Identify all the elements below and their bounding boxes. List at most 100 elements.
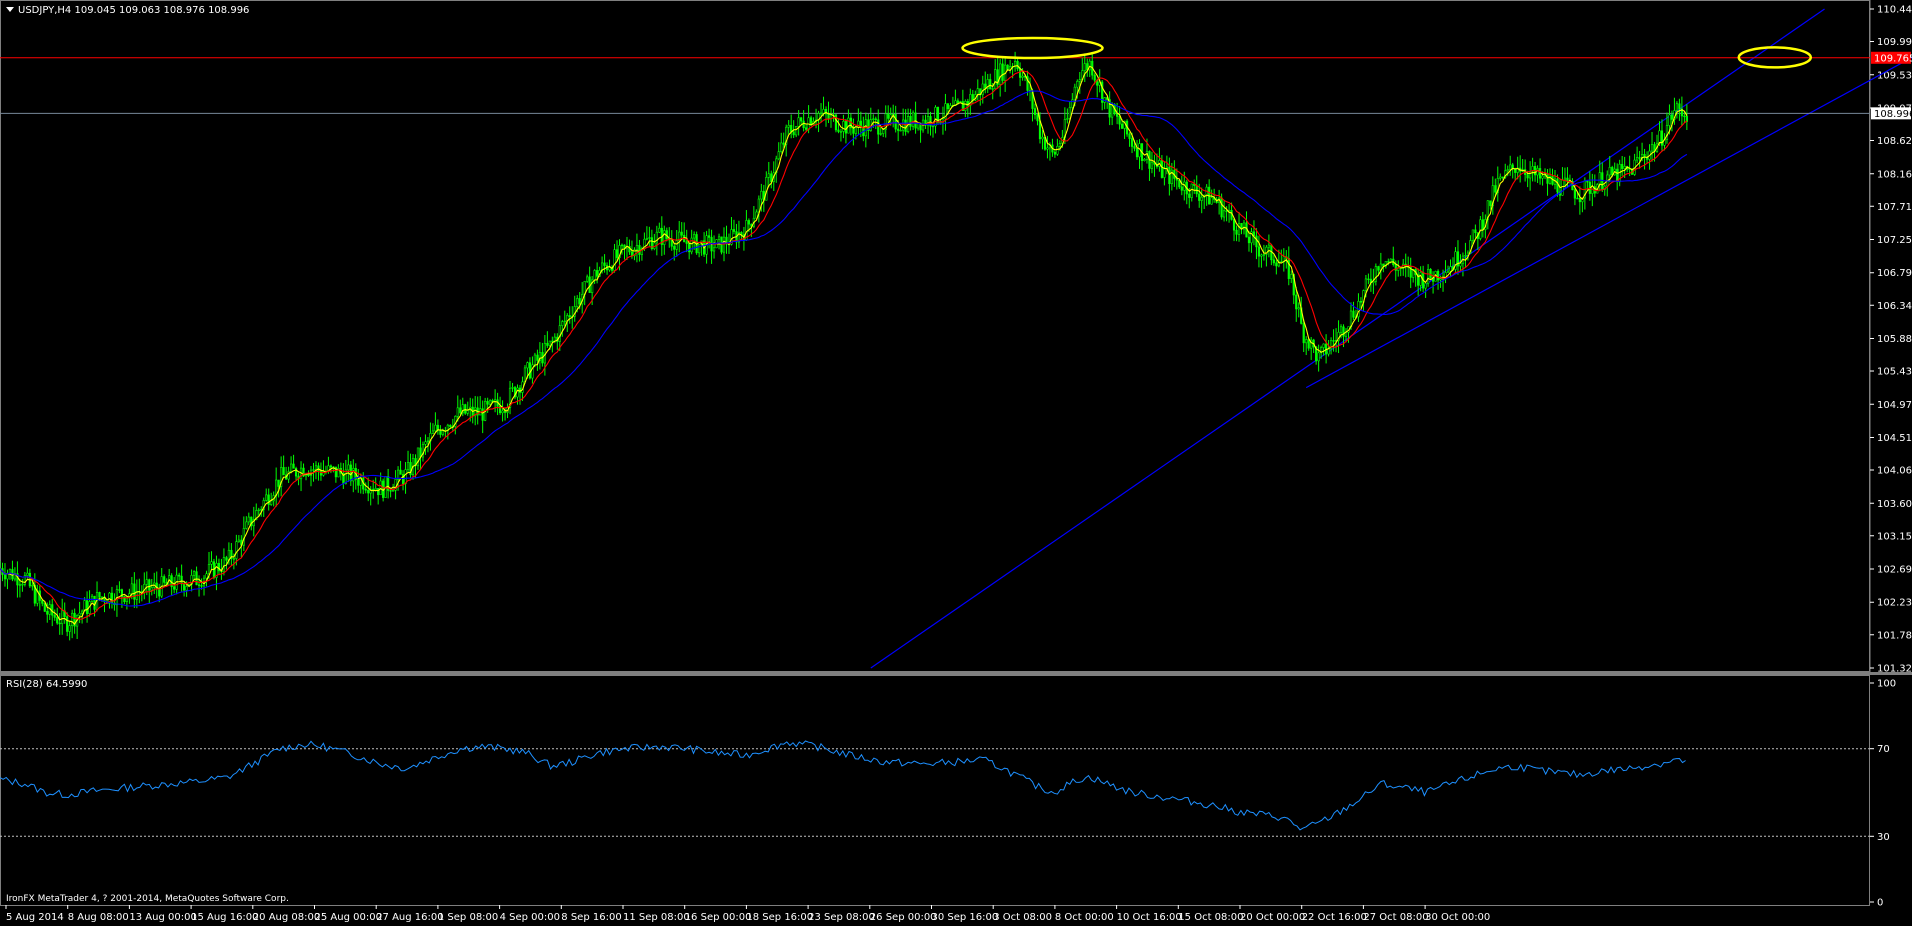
candle-body: [1190, 183, 1193, 198]
candle-body: [314, 465, 318, 470]
candle-body: [976, 88, 979, 95]
candle-body: [1255, 235, 1258, 248]
candle-body: [1210, 197, 1213, 205]
candle-body: [1464, 255, 1467, 257]
candle-body: [222, 557, 226, 573]
candle-body: [782, 142, 785, 145]
candle-body: [312, 469, 315, 471]
candle-body: [31, 585, 34, 587]
candle-body: [237, 539, 240, 542]
price-tick-label: 107.250: [1877, 235, 1912, 246]
candle-body: [21, 584, 24, 586]
candle-body: [603, 262, 606, 266]
candle-body: [1322, 343, 1325, 348]
candle-body: [1327, 348, 1330, 355]
candle-body: [1150, 161, 1154, 169]
candle-body: [518, 387, 522, 393]
candle-body: [1198, 193, 1201, 201]
candle-body: [98, 592, 101, 598]
candle-body: [1222, 210, 1226, 218]
candle-body: [790, 124, 793, 133]
candle-body: [663, 230, 666, 245]
candle-body: [100, 596, 104, 599]
candle-body: [431, 430, 435, 434]
trading-chart[interactable]: 110.440109.990109.530109.070108.620108.1…: [0, 0, 1912, 926]
candle-body: [1267, 244, 1270, 248]
candle-body: [1474, 229, 1477, 234]
candle-body: [130, 583, 133, 594]
candle-body: [1623, 166, 1626, 169]
candle-body: [456, 407, 459, 417]
candle-body: [1665, 125, 1669, 140]
candle-body: [1387, 261, 1390, 263]
candle-body: [148, 579, 151, 591]
candle-body: [608, 267, 611, 271]
candle-body: [426, 440, 430, 443]
candle-body: [615, 249, 619, 258]
candle-body: [265, 494, 268, 501]
candle-body: [1509, 164, 1512, 170]
candle-body: [118, 589, 121, 591]
candle-body: [389, 490, 392, 492]
time-tick-label: 3 Oct 08:00: [993, 912, 1052, 923]
rsi-panel[interactable]: [0, 675, 1870, 906]
candle-body: [1429, 268, 1432, 279]
candle-body: [1046, 147, 1049, 150]
candle-body: [1489, 200, 1492, 207]
price-tick-label: 102.690: [1877, 565, 1912, 576]
candle-body: [792, 131, 795, 136]
price-tag-label: 109.765: [1874, 53, 1912, 64]
candle-body: [364, 488, 367, 491]
candle-body: [71, 612, 74, 627]
candle-body: [41, 600, 44, 604]
candle-body: [1538, 168, 1542, 179]
time-tick-label: 22 Oct 16:00: [1302, 912, 1367, 923]
candle-body: [673, 245, 676, 250]
symbol-header: USDJPY,H4 109.045 109.063 108.976 108.99…: [18, 5, 249, 16]
candle-body: [1006, 64, 1009, 71]
candle-body: [620, 244, 624, 247]
price-panel[interactable]: [0, 0, 1870, 672]
candle-body: [1135, 147, 1139, 158]
candle-body: [1188, 193, 1191, 198]
candle-body: [1591, 186, 1594, 194]
time-tick-label: 8 Oct 00:00: [1055, 912, 1114, 923]
candle-body: [1163, 168, 1166, 178]
candle-body: [145, 579, 148, 585]
candle-body: [1439, 278, 1442, 281]
panel-separator[interactable]: [0, 672, 1912, 675]
candle-body: [185, 586, 188, 591]
candle-body: [1449, 266, 1452, 272]
candle-body: [347, 464, 350, 471]
candle-body: [872, 118, 875, 120]
candle-body: [1128, 133, 1131, 139]
candle-body: [1608, 167, 1611, 176]
candle-body: [53, 614, 56, 618]
candle-body: [1225, 210, 1228, 212]
candle-body: [210, 561, 213, 565]
candle-body: [1143, 159, 1146, 162]
candle-body: [909, 116, 912, 127]
candle-body: [844, 121, 848, 134]
candle-body: [558, 325, 561, 342]
candle-body: [777, 151, 780, 160]
copyright-text: IronFX MetaTrader 4, ? 2001-2014, MetaQu…: [6, 894, 289, 904]
candle-body: [3, 574, 7, 580]
candle-body: [329, 465, 333, 468]
price-tick-label: 104.060: [1877, 466, 1912, 477]
candle-body: [882, 129, 885, 134]
candle-body: [989, 79, 992, 90]
candle-body: [956, 100, 959, 103]
candle-body: [854, 126, 857, 134]
candle-body: [638, 245, 641, 255]
candle-body: [780, 142, 783, 153]
candle-body: [760, 190, 763, 200]
candle-body: [548, 340, 551, 346]
time-tick-label: 26 Sep 00:00: [870, 912, 937, 923]
time-tick-label: 20 Oct 00:00: [1240, 912, 1305, 923]
candle-body: [1576, 197, 1579, 200]
time-tick-label: 15 Oct 08:00: [1178, 912, 1243, 923]
candle-body: [1419, 272, 1422, 286]
candle-body: [1561, 179, 1564, 196]
candle-body: [551, 340, 554, 343]
